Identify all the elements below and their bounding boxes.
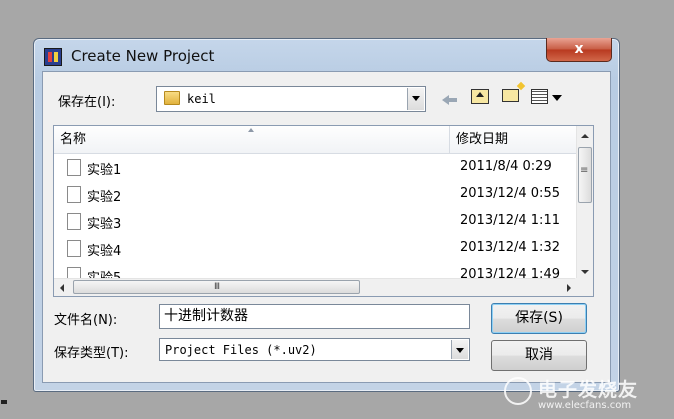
filetype-label: 保存类型(T):: [54, 346, 129, 361]
column-header-name-label: 名称: [60, 132, 87, 147]
elecfans-logo-icon: [504, 377, 532, 405]
chevron-down-icon[interactable]: [407, 88, 424, 110]
back-icon[interactable]: [440, 90, 460, 108]
filename-input[interactable]: 十进制计数器: [159, 304, 470, 329]
scroll-down-icon[interactable]: [581, 270, 589, 274]
column-header-name[interactable]: 名称: [54, 126, 450, 154]
horizontal-scroll-thumb[interactable]: III: [73, 280, 360, 294]
watermark-url: www.elecfans.com: [538, 400, 632, 411]
scroll-left-icon[interactable]: [60, 284, 64, 292]
chevron-down-icon[interactable]: [451, 340, 468, 359]
list-item[interactable]: 实验4 2013/12/4 1:32: [54, 235, 577, 262]
close-button[interactable]: x: [546, 38, 612, 62]
watermark: 电子发烧友 www.elecfans.com: [504, 375, 664, 415]
list-item[interactable]: 实验3 2013/12/4 1:11: [54, 208, 577, 235]
create-project-dialog: Create New Project x 保存在(I): keil 名称 修改日…: [33, 38, 620, 392]
views-menu-icon[interactable]: [531, 89, 548, 104]
horizontal-scrollbar[interactable]: III: [54, 278, 577, 296]
file-list: 名称 修改日期 实验1 2011/8/4 0:29 实验2 2013/12/4 …: [53, 125, 594, 297]
save-in-combo[interactable]: keil: [156, 86, 426, 112]
up-folder-icon[interactable]: [471, 89, 489, 104]
file-icon: [67, 159, 81, 176]
file-icon: [67, 213, 81, 230]
filetype-combo[interactable]: Project Files (*.uv2): [159, 338, 470, 361]
file-name: 实验3: [87, 217, 122, 232]
file-date: 2011/8/4 0:29: [460, 159, 552, 174]
dialog-body: 保存在(I): keil 名称 修改日期 实验1 2011/8/4 0:29 实…: [42, 71, 611, 383]
scroll-right-icon[interactable]: [567, 284, 571, 292]
scrollbar-corner: [575, 278, 593, 296]
column-header-date[interactable]: 修改日期: [450, 126, 577, 154]
window-title: Create New Project: [71, 47, 215, 65]
list-item[interactable]: 实验1 2011/8/4 0:29: [54, 154, 577, 181]
watermark-text: 电子发烧友: [538, 379, 639, 401]
file-name: 实验1: [87, 163, 122, 178]
title-bar[interactable]: Create New Project x: [34, 38, 619, 71]
file-date: 2013/12/4 1:32: [460, 240, 560, 255]
new-folder-icon[interactable]: [502, 89, 519, 102]
file-icon: [67, 240, 81, 257]
cancel-button[interactable]: 取消: [491, 340, 587, 371]
filetype-value: Project Files (*.uv2): [165, 343, 317, 357]
file-date: 2013/12/4 0:55: [460, 186, 560, 201]
save-in-label: 保存在(I):: [58, 95, 116, 110]
sort-ascending-icon: [248, 128, 254, 132]
save-button[interactable]: 保存(S): [491, 303, 587, 334]
vertical-scrollbar[interactable]: [576, 126, 593, 280]
list-item[interactable]: 实验2 2013/12/4 0:55: [54, 181, 577, 208]
file-date: 2013/12/4 1:11: [460, 213, 560, 228]
file-name: 实验2: [87, 190, 122, 205]
views-dropdown-arrow-icon[interactable]: [552, 95, 562, 101]
vertical-scroll-thumb[interactable]: [578, 147, 592, 203]
filename-label: 文件名(N):: [54, 313, 118, 328]
file-name: 实验4: [87, 244, 122, 259]
desktop-marker: [1, 400, 7, 404]
folder-icon: [164, 91, 180, 105]
file-icon: [67, 186, 81, 203]
scroll-up-icon[interactable]: [581, 134, 589, 138]
save-in-value: keil: [187, 92, 216, 106]
column-header-date-label: 修改日期: [456, 132, 509, 147]
keil-app-icon: [44, 48, 62, 66]
